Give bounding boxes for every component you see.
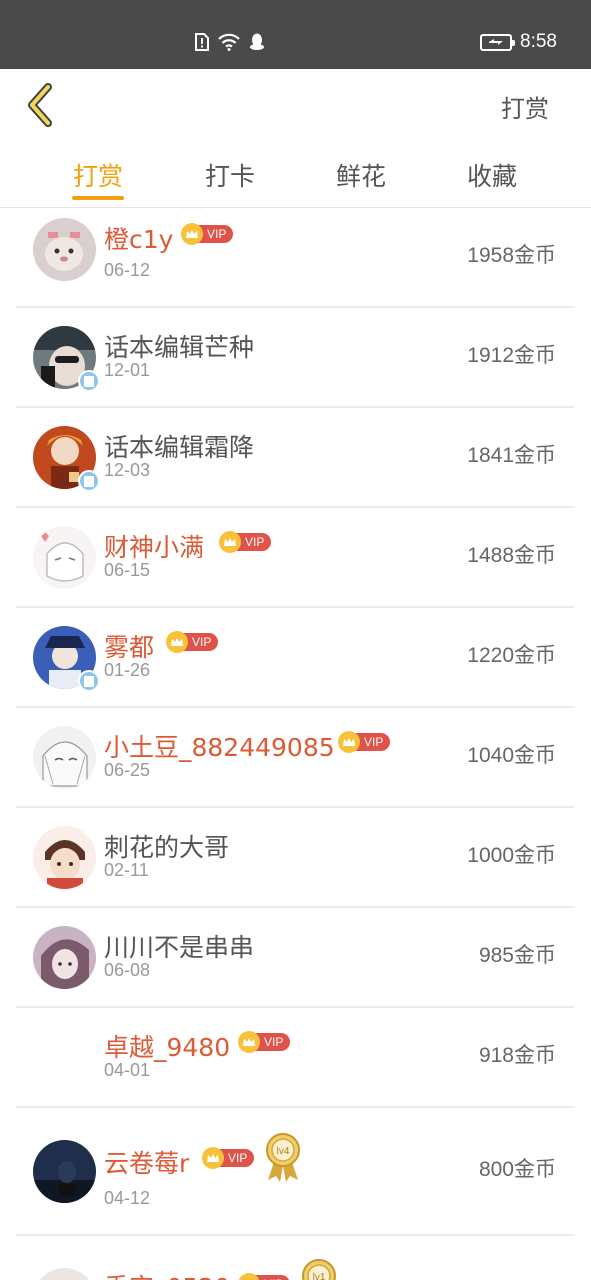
user-name: 卓越_9480 <box>104 1033 231 1062</box>
reward-date: 06-12 <box>104 260 151 280</box>
reward-amount: 1958金币 <box>467 244 556 267</box>
user-name: 川川不是串串 <box>104 933 255 962</box>
back-button[interactable] <box>22 81 58 129</box>
reward-amount: 1841金币 <box>467 444 556 467</box>
reward-date: 06-25 <box>104 760 151 780</box>
avatar[interactable] <box>33 526 96 589</box>
vip-badge: VIP <box>238 1273 291 1280</box>
vip-badge: VIP <box>338 731 391 753</box>
reward-date: 12-03 <box>104 460 151 480</box>
list-item[interactable]: 小土豆_882449085 VIP 06-25 1040金币 <box>0 708 591 808</box>
avatar[interactable] <box>33 1268 96 1280</box>
crown-icon <box>202 1147 224 1169</box>
level-medal-icon: lv4 <box>264 1132 302 1182</box>
list-item[interactable]: 财神小满 VIP 06-15 1488金币 <box>0 508 591 608</box>
crown-icon <box>181 223 203 245</box>
reward-amount: 1040金币 <box>467 744 556 767</box>
vip-badge: VIP <box>202 1147 255 1169</box>
avatar[interactable] <box>33 726 96 789</box>
medal-level-text: lv1 <box>313 1272 326 1280</box>
list-item[interactable]: 话本编辑霜降 12-03 1841金币 <box>0 408 591 508</box>
vip-badge: VIP <box>219 531 272 553</box>
editor-badge-icon <box>78 370 100 392</box>
tab-active-indicator <box>72 196 124 200</box>
user-name: 话本编辑霜降 <box>104 433 255 462</box>
reward-amount: 918金币 <box>478 1044 556 1067</box>
reward-amount: 1912金币 <box>467 344 556 367</box>
reward-date: 02-11 <box>104 860 149 880</box>
status-bar: 8:58 <box>0 0 591 69</box>
user-name: 小土豆_882449085 <box>104 733 335 762</box>
chevron-left-icon <box>28 83 52 127</box>
list-item[interactable]: 卓越_9480 VIP 04-01 918金币 <box>0 1008 591 1108</box>
status-right: 8:58 <box>480 31 557 53</box>
status-icons <box>195 33 265 51</box>
crown-icon <box>338 731 360 753</box>
list-item[interactable]: 雾都 VIP 01-26 1220金币 <box>0 608 591 708</box>
user-name: 话本编辑芒种 <box>104 333 255 362</box>
reward-amount: 800金币 <box>478 1158 556 1181</box>
reward-date: 04-01 <box>104 1060 151 1080</box>
reward-date: 01-26 <box>104 660 151 680</box>
reward-date: 12-01 <box>104 360 151 380</box>
crown-icon <box>219 531 241 553</box>
user-name: 财神小满 <box>104 533 205 562</box>
list-item[interactable]: 云卷莓r VIP lv4 04-12 800金币 <box>0 1108 591 1236</box>
wifi-icon <box>218 33 240 51</box>
avatar[interactable] <box>33 826 96 889</box>
list-item[interactable]: 川川不是串串 06-08 985金币 <box>0 908 591 1008</box>
reward-amount: 985金币 <box>478 944 556 967</box>
avatar[interactable] <box>33 1026 96 1089</box>
reward-amount: 1220金币 <box>467 644 556 667</box>
tab-reward[interactable]: 打赏 <box>58 157 138 193</box>
avatar[interactable] <box>33 1140 96 1203</box>
battery-icon <box>480 33 516 51</box>
list-item[interactable]: 橙c1y VIP 06-12 1958金币 <box>0 208 591 308</box>
qq-icon <box>250 33 264 50</box>
status-time: 8:58 <box>520 31 557 52</box>
reward-action-button[interactable]: 打赏 <box>501 89 549 124</box>
level-medal-icon: lv1 <box>300 1258 338 1280</box>
user-name: 雾都 <box>104 633 155 662</box>
user-name: 橙c1y <box>104 225 174 254</box>
reward-date: 04-12 <box>104 1188 151 1208</box>
avatar[interactable] <box>33 218 96 281</box>
vip-badge: VIP <box>238 1031 291 1053</box>
user-name: 刺花的大哥 <box>104 833 230 862</box>
medal-level-text: lv4 <box>277 1146 290 1157</box>
tab-flowers[interactable]: 鲜花 <box>321 157 401 193</box>
tab-favorites[interactable]: 收藏 <box>452 157 532 193</box>
user-name: 云卷莓r <box>104 1149 190 1178</box>
reward-date: 06-08 <box>104 960 151 980</box>
list-item[interactable]: 乖宝_0520 VIP lv1 <box>0 1236 591 1280</box>
avatar[interactable] <box>33 926 96 989</box>
reward-date: 06-15 <box>104 560 151 580</box>
reward-amount: 1488金币 <box>467 544 556 567</box>
vip-badge: VIP <box>166 631 219 653</box>
list-item[interactable]: 话本编辑芒种 12-01 1912金币 <box>0 308 591 408</box>
vip-badge: VIP <box>181 223 234 245</box>
crown-icon <box>166 631 188 653</box>
vip-label: VIP <box>254 1275 291 1280</box>
reward-list: 橙c1y VIP 06-12 1958金币 话本编辑芒种 12-01 1912金… <box>0 208 591 1280</box>
tab-checkin[interactable]: 打卡 <box>190 157 270 193</box>
tab-bar: 打赏 打卡 鲜花 收藏 <box>0 141 591 207</box>
editor-badge-icon <box>78 670 100 692</box>
list-item[interactable]: 刺花的大哥 02-11 1000金币 <box>0 808 591 908</box>
reward-amount: 1000金币 <box>467 844 556 867</box>
crown-icon <box>238 1031 260 1053</box>
nav-bar: 打赏 <box>0 69 591 141</box>
user-name: 乖宝_0520 <box>104 1268 230 1280</box>
sim-alert-icon <box>195 33 209 51</box>
editor-badge-icon <box>78 470 100 492</box>
